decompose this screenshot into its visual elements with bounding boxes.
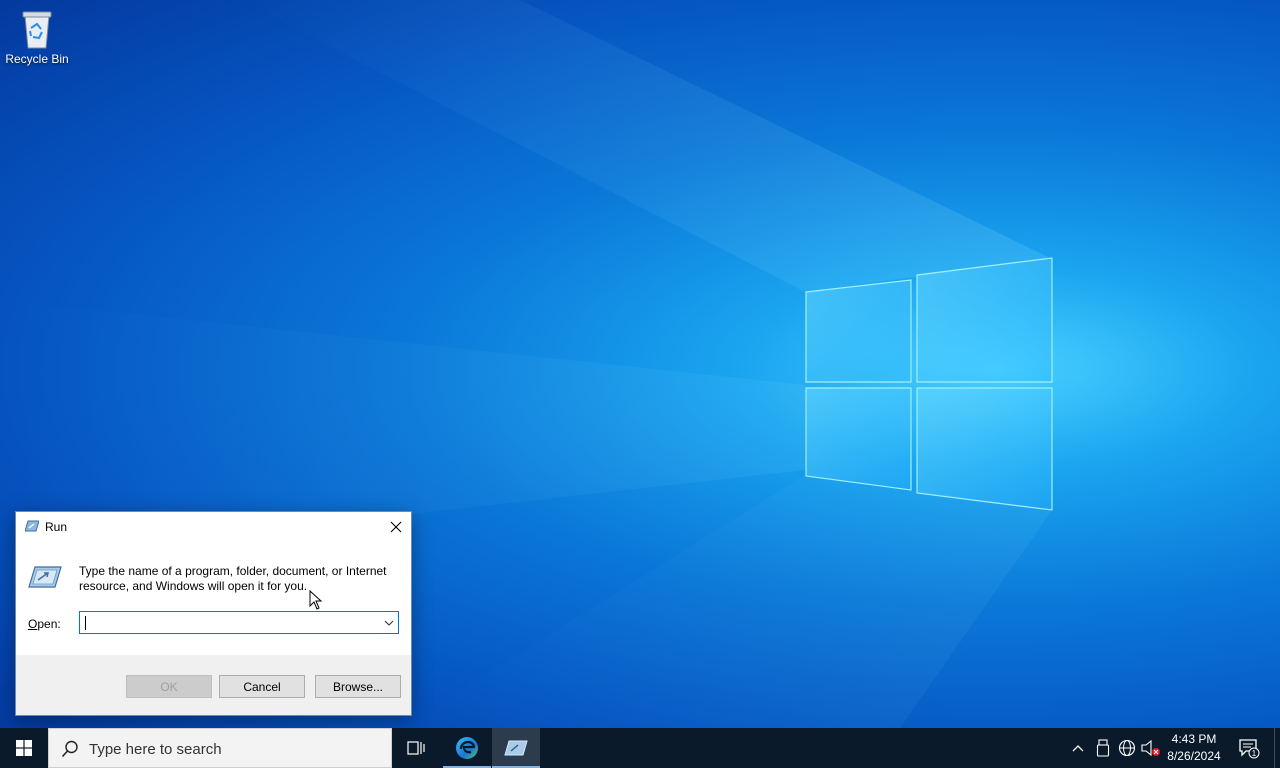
- taskbar-edge-button[interactable]: [443, 728, 491, 768]
- notification-icon: 1: [1239, 739, 1260, 759]
- dialog-description: Type the name of a program, folder, docu…: [79, 564, 387, 593]
- network-globe-icon: [1118, 739, 1136, 757]
- close-button[interactable]: [381, 512, 411, 542]
- task-view-icon: [407, 741, 425, 755]
- open-label-text: pen:: [37, 617, 61, 631]
- search-placeholder: Type here to search: [89, 741, 222, 758]
- taskbar-run-button[interactable]: [492, 728, 540, 768]
- notification-count: 1: [1252, 749, 1257, 758]
- dialog-body: Type the name of a program, folder, docu…: [16, 542, 411, 655]
- windows-logo-icon: [16, 740, 32, 756]
- text-caret: [85, 616, 86, 630]
- taskbar-clock[interactable]: 4:43 PM 8/26/2024: [1160, 731, 1228, 765]
- taskbar: Type here to search 4:43 PM 8/26/2024 1: [0, 728, 1280, 768]
- show-desktop-button[interactable]: [1274, 728, 1280, 768]
- tray-network-button[interactable]: [1117, 738, 1137, 758]
- volume-muted-icon: [1141, 739, 1160, 757]
- run-program-icon: [28, 566, 62, 588]
- dialog-title: Run: [45, 520, 68, 534]
- clock-date: 8/26/2024: [1167, 749, 1221, 763]
- desktop-icon-recycle-bin[interactable]: Recycle Bin: [4, 6, 70, 66]
- task-view-button[interactable]: [392, 728, 440, 768]
- run-dialog: Run Type the name of a program, folder, …: [15, 511, 412, 716]
- ok-button[interactable]: OK: [126, 675, 212, 698]
- show-hidden-icons-button[interactable]: [1068, 738, 1088, 758]
- desktop-icon-label: Recycle Bin: [5, 52, 69, 66]
- start-button[interactable]: [0, 728, 48, 768]
- usb-icon: [1096, 739, 1110, 757]
- search-icon: [61, 740, 78, 758]
- chevron-up-icon: [1072, 745, 1084, 752]
- tray-volume-button[interactable]: [1141, 738, 1161, 758]
- action-center-button[interactable]: 1: [1234, 728, 1264, 768]
- close-icon: [390, 521, 402, 533]
- taskbar-search-box[interactable]: Type here to search: [48, 728, 392, 768]
- cancel-button[interactable]: Cancel: [219, 675, 305, 698]
- dialog-titlebar[interactable]: Run: [16, 512, 411, 542]
- run-app-icon: [25, 520, 39, 532]
- open-label: Open:: [28, 617, 61, 631]
- open-combobox[interactable]: [79, 611, 399, 634]
- tray-usb-button[interactable]: [1093, 738, 1113, 758]
- open-label-accesskey: O: [28, 617, 38, 631]
- run-app-icon: [504, 740, 528, 756]
- clock-time: 4:43 PM: [1171, 732, 1217, 746]
- chevron-down-icon: [384, 620, 394, 626]
- recycle-bin-icon: [22, 11, 52, 49]
- open-dropdown-button[interactable]: [380, 612, 398, 633]
- edge-icon: [456, 737, 478, 759]
- mouse-cursor-icon: [309, 590, 323, 610]
- browse-button[interactable]: Browse...: [315, 675, 401, 698]
